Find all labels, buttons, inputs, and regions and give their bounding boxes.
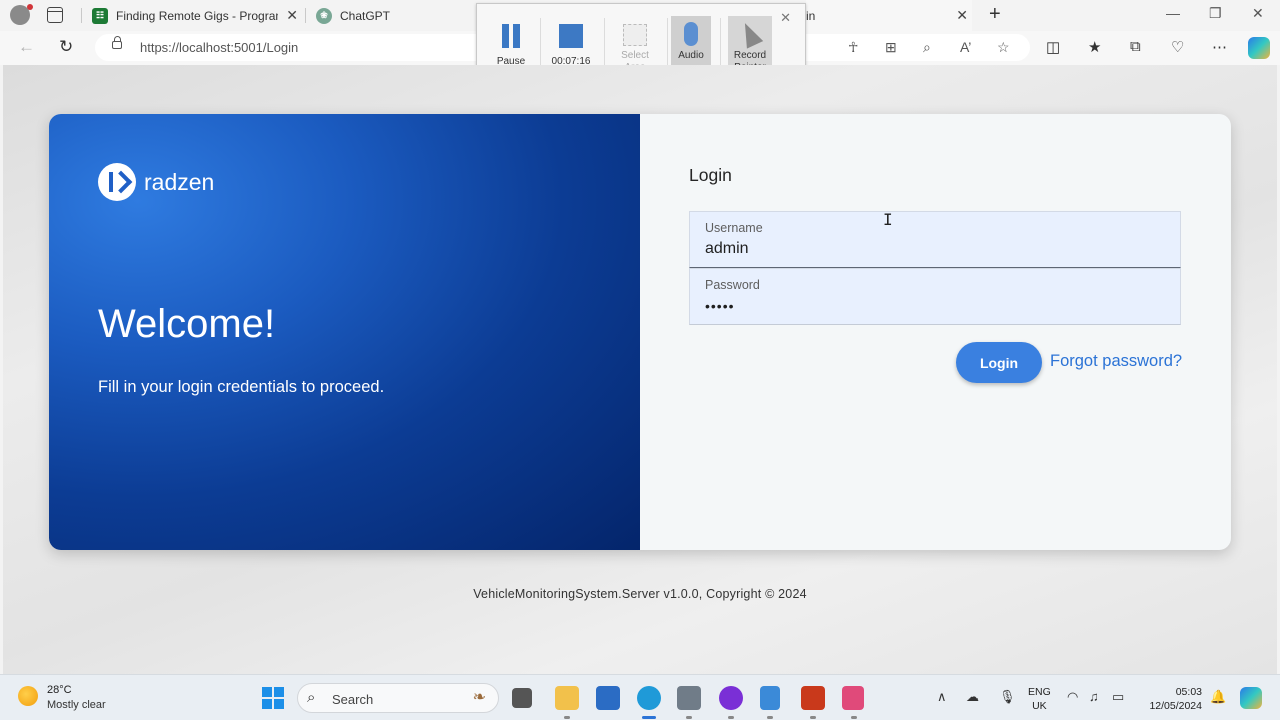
- windows-start-icon[interactable]: [262, 687, 284, 709]
- search-highlight-icon: ❧: [472, 689, 486, 706]
- copilot-taskbar-icon[interactable]: [1240, 687, 1262, 709]
- running-indicator: [564, 716, 570, 719]
- clock-date: 12/05/2024: [1149, 700, 1202, 712]
- page-background: radzen Welcome! Fill in your login crede…: [3, 65, 1277, 674]
- running-indicator: [810, 716, 816, 719]
- pause-icon: [500, 24, 522, 48]
- running-indicator: [851, 716, 857, 719]
- visual-studio-icon[interactable]: [719, 686, 743, 710]
- tab-title: ChatGPT: [340, 8, 391, 23]
- running-indicator: [642, 716, 656, 719]
- volume-icon[interactable]: ♫: [1089, 689, 1099, 704]
- password-label: Password: [705, 278, 760, 292]
- taskbar-search[interactable]: ⌕ Search ❧: [297, 683, 499, 713]
- favorite-star-icon[interactable]: ☆: [997, 39, 1010, 56]
- weather-moon-icon[interactable]: [18, 686, 38, 706]
- spreadsheet-favicon-icon: ☷: [92, 7, 108, 24]
- login-button[interactable]: Login: [956, 342, 1042, 383]
- wifi-icon[interactable]: ◠: [1067, 689, 1078, 705]
- tab-chatgpt[interactable]: ❀ ChatGPT: [316, 0, 466, 31]
- language-indicator[interactable]: ENG UK: [1028, 685, 1051, 713]
- search-label: Search: [332, 692, 374, 707]
- close-tab-icon[interactable]: ✕: [956, 7, 968, 24]
- language-code: ENG: [1028, 686, 1051, 698]
- show-hidden-icons-chevron-icon[interactable]: ∧: [937, 689, 947, 705]
- select-area-icon: [623, 24, 647, 46]
- weather-condition[interactable]: Mostly clear: [47, 699, 106, 711]
- password-input[interactable]: [705, 294, 1165, 318]
- clock-time: 05:03: [1175, 686, 1202, 698]
- tab-title: in: [806, 8, 816, 23]
- running-indicator: [767, 716, 773, 719]
- forgot-password-link[interactable]: Forgot password?: [1050, 352, 1182, 371]
- file-explorer-icon[interactable]: [555, 686, 579, 710]
- username-label: Username: [705, 221, 763, 235]
- username-input[interactable]: [705, 237, 1165, 261]
- favorites-icon[interactable]: ★: [1088, 38, 1101, 56]
- stop-icon: [559, 24, 583, 48]
- microphone-icon: [684, 22, 698, 46]
- powerpoint-icon[interactable]: [801, 686, 825, 710]
- radzen-logo-icon: [98, 163, 136, 201]
- apps-icon[interactable]: ⊞: [885, 39, 897, 56]
- restore-icon[interactable]: ❐: [1209, 5, 1222, 22]
- onedrive-offline-icon[interactable]: ☁: [966, 689, 979, 705]
- new-tab-icon[interactable]: +: [989, 3, 1001, 26]
- brand-name: radzen: [144, 168, 215, 195]
- chatgpt-favicon-icon: ❀: [316, 7, 332, 24]
- text-cursor-icon: I: [883, 210, 893, 229]
- tab-separator: [81, 8, 82, 23]
- tab-title: Finding Remote Gigs - Programm: [116, 8, 278, 23]
- username-field[interactable]: Username: [689, 211, 1181, 268]
- lock-icon: [112, 36, 122, 49]
- radzen-logo: radzen: [98, 163, 214, 201]
- snipping-tool-icon[interactable]: [842, 686, 864, 710]
- keyboard-layout: UK: [1032, 700, 1047, 712]
- running-indicator: [728, 716, 734, 719]
- audio-label: Audio: [678, 50, 704, 61]
- login-card: radzen Welcome! Fill in your login crede…: [49, 114, 1231, 550]
- tab-actions-icon[interactable]: [47, 7, 63, 23]
- tab-login-active[interactable]: in ✕: [806, 0, 972, 31]
- close-window-icon[interactable]: ✕: [1252, 5, 1264, 22]
- zoom-icon[interactable]: ⌕: [923, 39, 931, 56]
- collections-icon[interactable]: ⧉: [1130, 38, 1141, 55]
- weather-temperature[interactable]: 28°C: [47, 684, 72, 696]
- minimize-icon[interactable]: —: [1166, 5, 1180, 21]
- browser-essentials-icon[interactable]: ♡: [1171, 38, 1184, 56]
- tab-finding-remote-gigs[interactable]: ☷ Finding Remote Gigs - Programm ✕: [92, 0, 298, 31]
- microsoft-store-icon[interactable]: [596, 686, 620, 710]
- page-footer: VehicleMonitoringSystem.Server v1.0.0, C…: [473, 587, 807, 601]
- microphone-tray-icon[interactable]: 🎙: [999, 689, 1016, 705]
- back-arrow-icon[interactable]: ←: [18, 37, 35, 57]
- profile-avatar-icon[interactable]: [10, 4, 33, 25]
- login-title: Login: [689, 165, 732, 185]
- task-view-icon[interactable]: [512, 688, 532, 708]
- url-text[interactable]: https://localhost:5001/Login: [140, 40, 298, 55]
- notepad-icon[interactable]: [760, 686, 780, 710]
- welcome-panel: radzen Welcome! Fill in your login crede…: [49, 114, 640, 550]
- password-field[interactable]: Password: [689, 268, 1181, 325]
- copilot-icon[interactable]: [1248, 37, 1270, 59]
- close-tab-icon[interactable]: ✕: [286, 7, 298, 24]
- search-icon: ⌕: [307, 689, 316, 706]
- running-indicator: [686, 716, 692, 719]
- settings-gear-icon[interactable]: [677, 686, 701, 710]
- key-icon[interactable]: ☥: [848, 39, 858, 56]
- more-menu-icon[interactable]: ⋯: [1212, 38, 1227, 56]
- welcome-subtitle: Fill in your login credentials to procee…: [98, 378, 385, 396]
- system-clock[interactable]: 05:03 12/05/2024: [1142, 685, 1202, 713]
- reload-icon[interactable]: ↻: [59, 37, 73, 57]
- notifications-bell-icon[interactable]: 🔔: [1210, 689, 1226, 705]
- close-recorder-icon[interactable]: ✕: [780, 10, 791, 26]
- mouse-pointer-icon: [736, 19, 764, 49]
- welcome-heading: Welcome!: [98, 302, 276, 346]
- battery-icon[interactable]: ▭: [1112, 689, 1124, 705]
- edge-browser-icon[interactable]: [637, 686, 661, 710]
- split-screen-icon[interactable]: ◫: [1046, 38, 1060, 56]
- tab-separator: [305, 8, 306, 23]
- windows-taskbar: 28°C Mostly clear ⌕ Search ❧ ∧ ☁ 🎙 ENG U…: [0, 674, 1280, 720]
- login-form: Login Username Password Login Forgot pas…: [640, 114, 1231, 550]
- read-aloud-icon[interactable]: A’: [960, 39, 971, 55]
